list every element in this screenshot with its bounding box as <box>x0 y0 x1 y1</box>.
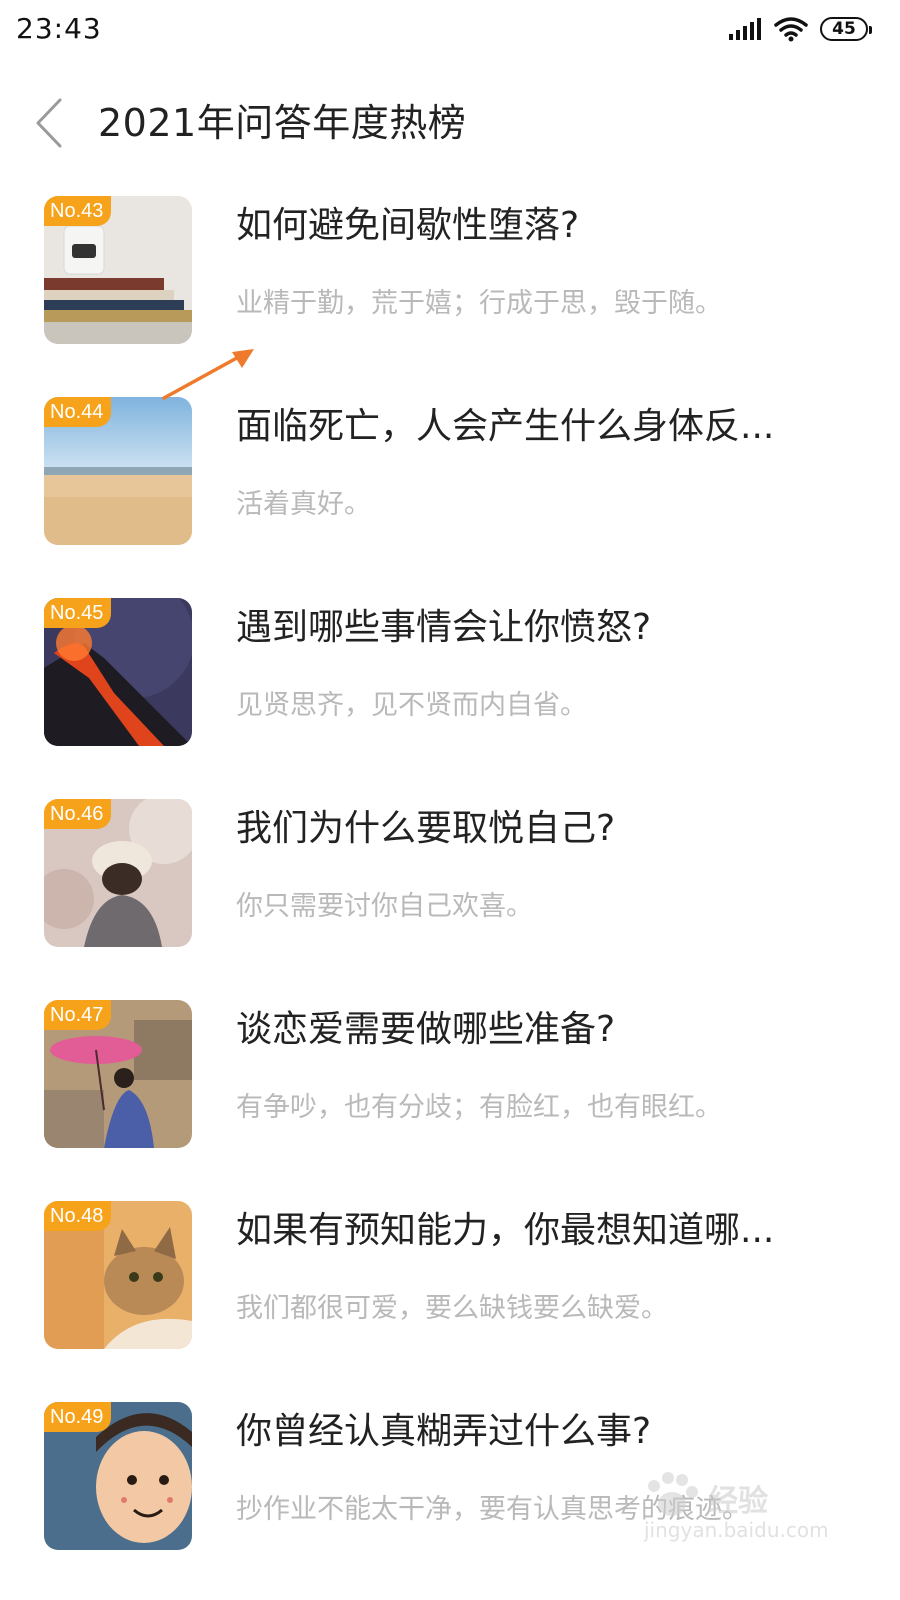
item-subtitle: 抄作业不能太干净，要有认真思考的痕迹。 <box>236 1494 749 1525</box>
rank-badge: No.44 <box>44 397 112 427</box>
item-subtitle: 有争吵，也有分歧；有脸红，也有眼红。 <box>236 1092 722 1123</box>
rank-badge: No.49 <box>44 1402 112 1432</box>
status-time: 23:43 <box>16 12 102 45</box>
list-item[interactable]: No.49 你曾经认真糊弄过什么事? 抄作业不能太干净，要有认真思考的痕迹。 <box>0 1402 900 1552</box>
item-thumbnail: No.44 <box>44 397 192 545</box>
item-thumbnail: No.45 <box>44 598 192 746</box>
page-title: 2021年问答年度热榜 <box>98 101 467 145</box>
item-title: 谈恋爱需要做哪些准备? <box>236 1009 616 1050</box>
rank-badge: No.45 <box>44 598 112 628</box>
item-title: 遇到哪些事情会让你愤怒? <box>236 607 652 648</box>
back-button[interactable] <box>30 96 70 150</box>
item-title: 如果有预知能力，你最想知道哪... <box>236 1210 775 1251</box>
rank-badge: No.43 <box>44 196 112 226</box>
item-thumbnail: No.49 <box>44 1402 192 1550</box>
wifi-icon <box>774 17 808 42</box>
item-title: 你曾经认真糊弄过什么事? <box>236 1411 652 1452</box>
list-item[interactable]: No.43 如何避免间歇性堕落? 业精于勤，荒于嬉；行成于思，毁于随。 <box>0 196 900 346</box>
item-thumbnail: No.46 <box>44 799 192 947</box>
battery-icon: 45 <box>820 17 872 41</box>
signal-icon <box>729 18 761 40</box>
rank-badge: No.48 <box>44 1201 112 1231</box>
status-icons: 45 <box>728 14 872 44</box>
annotation-arrow-icon <box>162 349 254 400</box>
list-item[interactable]: No.45 遇到哪些事情会让你愤怒? 见贤思齐，见不贤而内自省。 <box>0 598 900 748</box>
list-item[interactable]: No.46 我们为什么要取悦自己? 你只需要讨你自己欢喜。 <box>0 799 900 949</box>
header: 2021年问答年度热榜 <box>0 84 900 162</box>
list-item[interactable]: No.44 面临死亡，人会产生什么身体反... 活着真好。 <box>0 397 900 547</box>
item-subtitle: 你只需要讨你自己欢喜。 <box>236 891 533 922</box>
item-subtitle: 见贤思齐，见不贤而内自省。 <box>236 690 587 721</box>
item-subtitle: 业精于勤，荒于嬉；行成于思，毁于随。 <box>236 288 722 319</box>
rank-badge: No.47 <box>44 1000 112 1030</box>
chevron-left-icon <box>36 98 62 148</box>
item-subtitle: 我们都很可爱，要么缺钱要么缺爱。 <box>236 1293 668 1324</box>
item-thumbnail: No.47 <box>44 1000 192 1148</box>
rank-badge: No.46 <box>44 799 112 829</box>
item-title: 面临死亡，人会产生什么身体反... <box>236 406 775 447</box>
item-thumbnail: No.48 <box>44 1201 192 1349</box>
item-thumbnail: No.43 <box>44 196 192 344</box>
item-title: 如何避免间歇性堕落? <box>236 205 580 246</box>
item-subtitle: 活着真好。 <box>236 489 371 520</box>
list-item[interactable]: No.47 谈恋爱需要做哪些准备? 有争吵，也有分歧；有脸红，也有眼红。 <box>0 1000 900 1150</box>
status-bar: 23:43 45 <box>0 0 900 62</box>
list-item[interactable]: No.48 如果有预知能力，你最想知道哪... 我们都很可爱，要么缺钱要么缺爱。 <box>0 1201 900 1351</box>
item-title: 我们为什么要取悦自己? <box>236 808 616 849</box>
